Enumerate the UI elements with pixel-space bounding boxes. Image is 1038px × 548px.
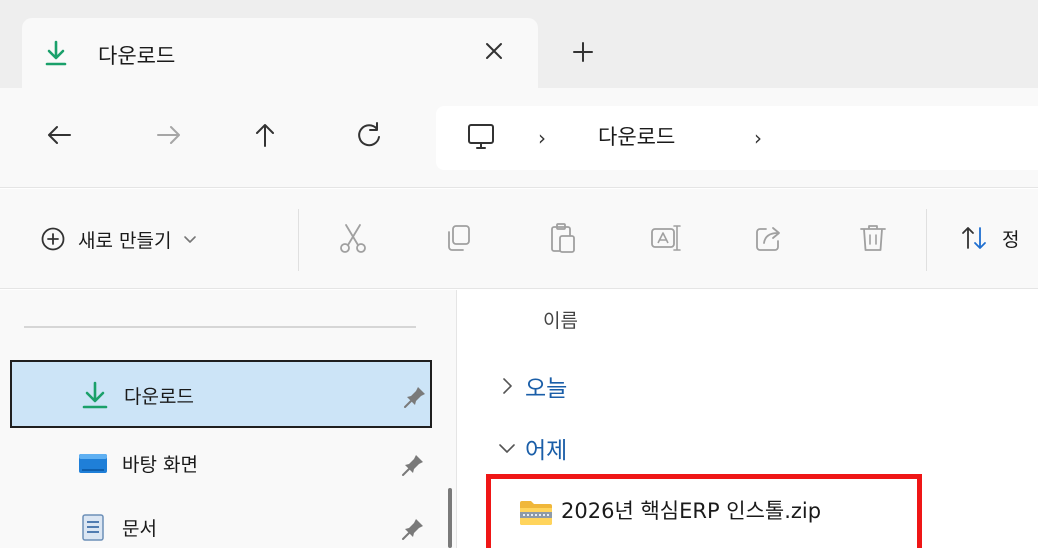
group-label: 어제 xyxy=(525,438,568,464)
paste-icon[interactable] xyxy=(546,221,580,255)
sort-label: 정 xyxy=(1002,228,1020,251)
new-item-button[interactable]: 새로 만들기 xyxy=(40,217,199,261)
chevron-right-icon xyxy=(503,378,512,394)
pin-icon[interactable] xyxy=(400,452,426,478)
new-item-label: 새로 만들기 xyxy=(78,229,172,252)
sidebar-item-label: 문서 xyxy=(122,518,157,540)
navigation-pane: 다운로드 바탕 화면 문서 xyxy=(0,290,456,548)
back-arrow-icon[interactable] xyxy=(42,118,76,152)
breadcrumb-separator[interactable]: › xyxy=(538,126,546,150)
sidebar-item-label: 바탕 화면 xyxy=(122,454,198,476)
refresh-icon[interactable] xyxy=(352,118,386,152)
this-pc-icon xyxy=(468,124,494,149)
close-icon[interactable] xyxy=(477,34,511,68)
download-icon xyxy=(82,381,108,409)
file-row-highlighted[interactable]: 2026년 핵심ERP 인스톨.zip xyxy=(486,474,922,548)
sort-icon xyxy=(962,227,986,249)
forward-arrow-icon[interactable] xyxy=(152,118,186,152)
zip-folder-icon xyxy=(520,501,552,525)
group-header-today[interactable]: 오늘 xyxy=(497,368,567,404)
pin-icon[interactable] xyxy=(402,384,428,410)
sort-button[interactable]: 정 xyxy=(960,219,1019,257)
sidebar-scrollbar[interactable] xyxy=(448,488,452,548)
document-icon xyxy=(82,514,104,541)
rename-icon[interactable] xyxy=(648,221,682,255)
copy-icon[interactable] xyxy=(442,221,476,255)
file-name: 2026년 핵심ERP 인스톨.zip xyxy=(561,499,822,523)
sidebar-divider xyxy=(24,326,416,328)
plus-circle-icon xyxy=(41,227,65,251)
desktop-icon xyxy=(79,454,107,473)
new-tab-plus-icon[interactable] xyxy=(565,34,601,70)
group-header-yesterday[interactable]: 어제 xyxy=(497,430,567,466)
download-icon xyxy=(45,40,67,66)
toolbar-divider xyxy=(926,209,927,271)
share-icon[interactable] xyxy=(752,221,786,255)
toolbar-divider xyxy=(298,209,299,271)
pin-icon[interactable] xyxy=(400,516,426,542)
breadcrumb-downloads[interactable]: 다운로드 xyxy=(598,121,675,151)
cut-icon[interactable] xyxy=(336,221,370,255)
sidebar-item-documents[interactable]: 문서 xyxy=(10,494,432,548)
column-header-name[interactable]: 이름 xyxy=(543,306,578,333)
delete-icon[interactable] xyxy=(856,221,890,255)
breadcrumb-separator-end[interactable]: › xyxy=(754,126,762,150)
command-bar: 새로 만들기 정 xyxy=(0,189,1038,289)
navigation-bar: › 다운로드 › xyxy=(0,88,1038,188)
up-arrow-icon[interactable] xyxy=(248,118,282,152)
chevron-down-icon xyxy=(184,236,197,243)
group-label: 오늘 xyxy=(525,376,568,402)
chevron-down-icon xyxy=(499,444,515,453)
address-bar[interactable]: › 다운로드 › xyxy=(436,106,1038,170)
tab-title: 다운로드 xyxy=(98,44,176,68)
tab-strip: 다운로드 xyxy=(0,0,1038,88)
tab-downloads[interactable]: 다운로드 xyxy=(22,18,538,88)
sidebar-item-downloads[interactable]: 다운로드 xyxy=(10,360,432,428)
sidebar-item-label: 다운로드 xyxy=(124,386,194,408)
sidebar-item-desktop[interactable]: 바탕 화면 xyxy=(10,430,432,498)
